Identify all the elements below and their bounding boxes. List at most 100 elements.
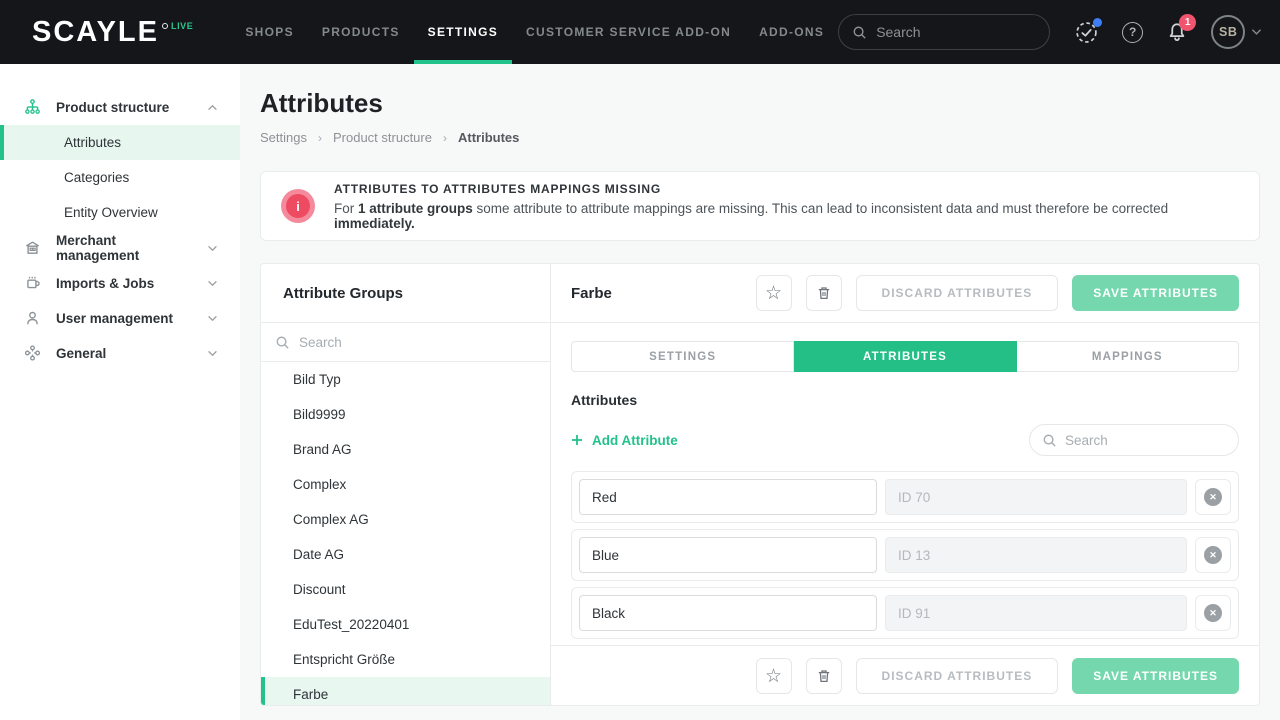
group-item-discount[interactable]: Discount	[261, 572, 550, 607]
help-button[interactable]: ?	[1122, 22, 1143, 43]
detail-header: Farbe ☆ DISCARD ATTRIBUTES SAVE ATTRIBUT…	[551, 264, 1259, 323]
sidebar-item-product-structure[interactable]: Product structure	[0, 90, 240, 124]
breadcrumb-separator-icon: ›	[443, 131, 447, 145]
sidebar-item-categories[interactable]: Categories	[0, 160, 240, 195]
save-attributes-button[interactable]: SAVE ATTRIBUTES	[1072, 275, 1239, 311]
discard-attributes-button[interactable]: DISCARD ATTRIBUTES	[856, 658, 1059, 694]
attribute-groups-title: Attribute Groups	[261, 264, 550, 323]
remove-attribute-button[interactable]: ✕	[1195, 537, 1231, 573]
status-check-button[interactable]	[1075, 21, 1098, 44]
group-item-complex[interactable]: Complex	[261, 467, 550, 502]
sidebar-item-entity-overview[interactable]: Entity Overview	[0, 195, 240, 230]
group-item-farbe[interactable]: Farbe	[261, 677, 550, 705]
tab-mappings[interactable]: MAPPINGS	[1017, 341, 1239, 372]
nav-item-add-ons[interactable]: ADD-ONS	[745, 0, 838, 64]
breadcrumb-attributes: Attributes	[458, 130, 519, 145]
sidebar-item-merchant-management[interactable]: Merchant management	[0, 231, 240, 265]
warning-banner-text: ATTRIBUTES TO ATTRIBUTES MAPPINGS MISSIN…	[334, 182, 1239, 231]
attribute-name-input[interactable]	[579, 537, 877, 573]
account-menu[interactable]: SB	[1211, 15, 1262, 49]
group-item-entspricht-groesse[interactable]: Entspricht Größe	[261, 642, 550, 677]
scayle-logo[interactable]: SCAYLE LIVE	[32, 16, 193, 48]
delete-button[interactable]	[806, 275, 842, 311]
sidebar-item-label: Product structure	[56, 100, 169, 115]
top-navbar: SCAYLE LIVE SHOPS PRODUCTS SETTINGS CUST…	[0, 0, 1280, 64]
group-item-bild-typ[interactable]: Bild Typ	[261, 362, 550, 397]
warning-banner: i ATTRIBUTES TO ATTRIBUTES MAPPINGS MISS…	[260, 171, 1260, 241]
group-item-date-ag[interactable]: Date AG	[261, 537, 550, 572]
sidebar-item-label: User management	[56, 311, 173, 326]
sidebar-item-attributes[interactable]: Attributes	[0, 125, 240, 160]
add-attribute-label: Add Attribute	[592, 433, 678, 448]
notifications-button[interactable]: 1	[1167, 22, 1187, 42]
sidebar-item-label: General	[56, 346, 106, 361]
close-icon: ✕	[1204, 488, 1222, 506]
warning-banner-title: ATTRIBUTES TO ATTRIBUTES MAPPINGS MISSIN…	[334, 182, 1239, 196]
breadcrumb-product-structure[interactable]: Product structure	[333, 130, 432, 145]
chevron-down-icon	[207, 245, 218, 252]
star-icon: ☆	[765, 284, 782, 303]
group-item-complex-ag[interactable]: Complex AG	[261, 502, 550, 537]
attribute-row: ✕	[571, 471, 1239, 523]
attributes-section-label: Attributes	[571, 392, 1239, 408]
breadcrumb: Settings › Product structure › Attribute…	[260, 130, 1260, 145]
trash-icon	[816, 668, 832, 684]
nav-item-products[interactable]: PRODUCTS	[308, 0, 414, 64]
detail-footer: ☆ DISCARD ATTRIBUTES SAVE ATTRIBUTES	[551, 645, 1259, 706]
tab-attributes[interactable]: ATTRIBUTES	[794, 341, 1016, 372]
store-icon	[24, 240, 41, 256]
attribute-groups-search-input[interactable]	[299, 335, 536, 350]
breadcrumb-separator-icon: ›	[318, 131, 322, 145]
remove-attribute-button[interactable]: ✕	[1195, 595, 1231, 631]
sidebar-item-general[interactable]: General	[0, 336, 240, 370]
attributes-search-input[interactable]	[1065, 433, 1226, 448]
attributes-panels: Attribute Groups Bild Typ Bild9999 Brand…	[260, 263, 1260, 706]
search-icon	[852, 25, 867, 40]
logo-ring-icon	[162, 23, 168, 29]
search-icon	[1042, 433, 1057, 448]
attribute-id-input	[885, 479, 1187, 515]
logo-live-label: LIVE	[171, 21, 193, 31]
nav-item-customer-service-add-on[interactable]: CUSTOMER SERVICE ADD-ON	[512, 0, 745, 64]
attribute-id-input	[885, 537, 1187, 573]
attribute-groups-panel: Attribute Groups Bild Typ Bild9999 Brand…	[261, 264, 551, 705]
star-icon: ☆	[765, 667, 782, 686]
notification-badge: 1	[1179, 14, 1196, 31]
discard-attributes-button[interactable]: DISCARD ATTRIBUTES	[856, 275, 1059, 311]
sidebar-item-user-management[interactable]: User management	[0, 301, 240, 335]
favorite-button[interactable]: ☆	[756, 275, 792, 311]
attributes-tab-content: Attributes Add Attribute	[551, 372, 1259, 645]
save-attributes-button[interactable]: SAVE ATTRIBUTES	[1072, 658, 1239, 694]
delete-button[interactable]	[806, 658, 842, 694]
global-search-input[interactable]	[876, 24, 1036, 40]
user-icon	[24, 310, 41, 326]
breadcrumb-settings[interactable]: Settings	[260, 130, 307, 145]
attribute-groups-search[interactable]	[261, 323, 550, 362]
group-item-edutest[interactable]: EduTest_20220401	[261, 607, 550, 642]
chevron-down-icon	[207, 280, 218, 287]
logo-text: SCAYLE	[32, 16, 159, 48]
nav-item-shops[interactable]: SHOPS	[231, 0, 308, 64]
attributes-toolbar: Add Attribute	[571, 424, 1239, 456]
sidebar-item-label: Imports & Jobs	[56, 276, 154, 291]
plus-icon	[571, 434, 583, 446]
sidebar-item-imports-jobs[interactable]: Imports & Jobs	[0, 266, 240, 300]
tab-settings[interactable]: SETTINGS	[571, 341, 794, 372]
remove-attribute-button[interactable]: ✕	[1195, 479, 1231, 515]
attribute-rows: ✕ ✕	[571, 471, 1239, 645]
attribute-group-detail: Farbe ☆ DISCARD ATTRIBUTES SAVE ATTRIBUT…	[551, 264, 1259, 705]
group-item-bild9999[interactable]: Bild9999	[261, 397, 550, 432]
attribute-name-input[interactable]	[579, 595, 877, 631]
chevron-down-icon	[207, 350, 218, 357]
group-item-brand-ag[interactable]: Brand AG	[261, 432, 550, 467]
nodes-icon	[24, 345, 41, 361]
attribute-row: ✕	[571, 529, 1239, 581]
nav-item-settings[interactable]: SETTINGS	[414, 0, 512, 64]
attribute-name-input[interactable]	[579, 479, 877, 515]
add-attribute-button[interactable]: Add Attribute	[571, 433, 678, 448]
attributes-search[interactable]	[1029, 424, 1239, 456]
global-search[interactable]	[838, 14, 1050, 50]
favorite-button[interactable]: ☆	[756, 658, 792, 694]
sitemap-icon	[24, 99, 41, 115]
info-icon: i	[281, 189, 315, 223]
